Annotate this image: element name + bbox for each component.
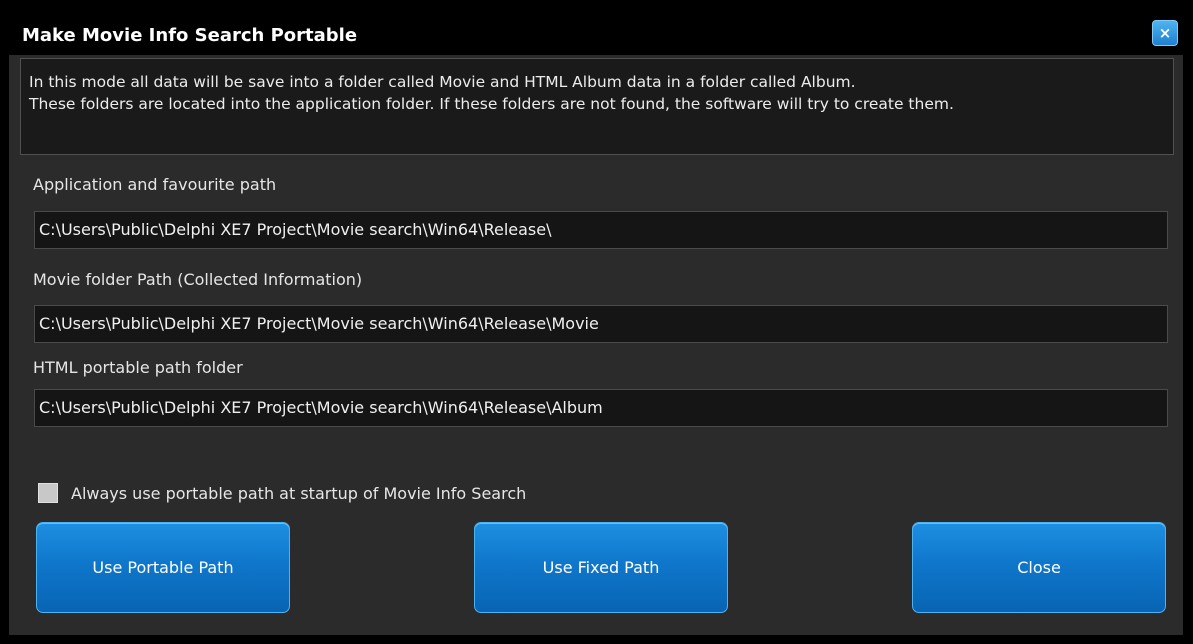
dialog-body: In this mode all data will be save into … [9, 55, 1183, 635]
html-path-label: HTML portable path folder [33, 358, 243, 377]
app-path-field[interactable]: C:\Users\Public\Delphi XE7 Project\Movie… [34, 211, 1168, 249]
info-text-box: In this mode all data will be save into … [20, 58, 1174, 155]
portable-startup-label[interactable]: Always use portable path at startup of M… [71, 484, 526, 503]
close-icon[interactable]: × [1152, 20, 1178, 46]
window-title: Make Movie Info Search Portable [22, 25, 358, 46]
info-line-2: These folders are located into the appli… [29, 95, 954, 113]
use-fixed-path-button[interactable]: Use Fixed Path [474, 522, 728, 613]
movie-path-field[interactable]: C:\Users\Public\Delphi XE7 Project\Movie… [34, 305, 1168, 343]
info-line-1: In this mode all data will be save into … [29, 73, 856, 91]
portable-startup-checkbox[interactable] [38, 483, 58, 503]
dialog-window: Make Movie Info Search Portable × In thi… [0, 0, 1193, 644]
html-path-field[interactable]: C:\Users\Public\Delphi XE7 Project\Movie… [34, 389, 1168, 427]
use-portable-path-button[interactable]: Use Portable Path [36, 522, 290, 613]
title-bar[interactable]: Make Movie Info Search Portable × [0, 0, 1193, 60]
movie-path-label: Movie folder Path (Collected Information… [33, 270, 363, 289]
app-path-label: Application and favourite path [33, 175, 277, 194]
close-button[interactable]: Close [912, 522, 1166, 613]
portable-startup-option[interactable]: Always use portable path at startup of M… [38, 482, 526, 504]
